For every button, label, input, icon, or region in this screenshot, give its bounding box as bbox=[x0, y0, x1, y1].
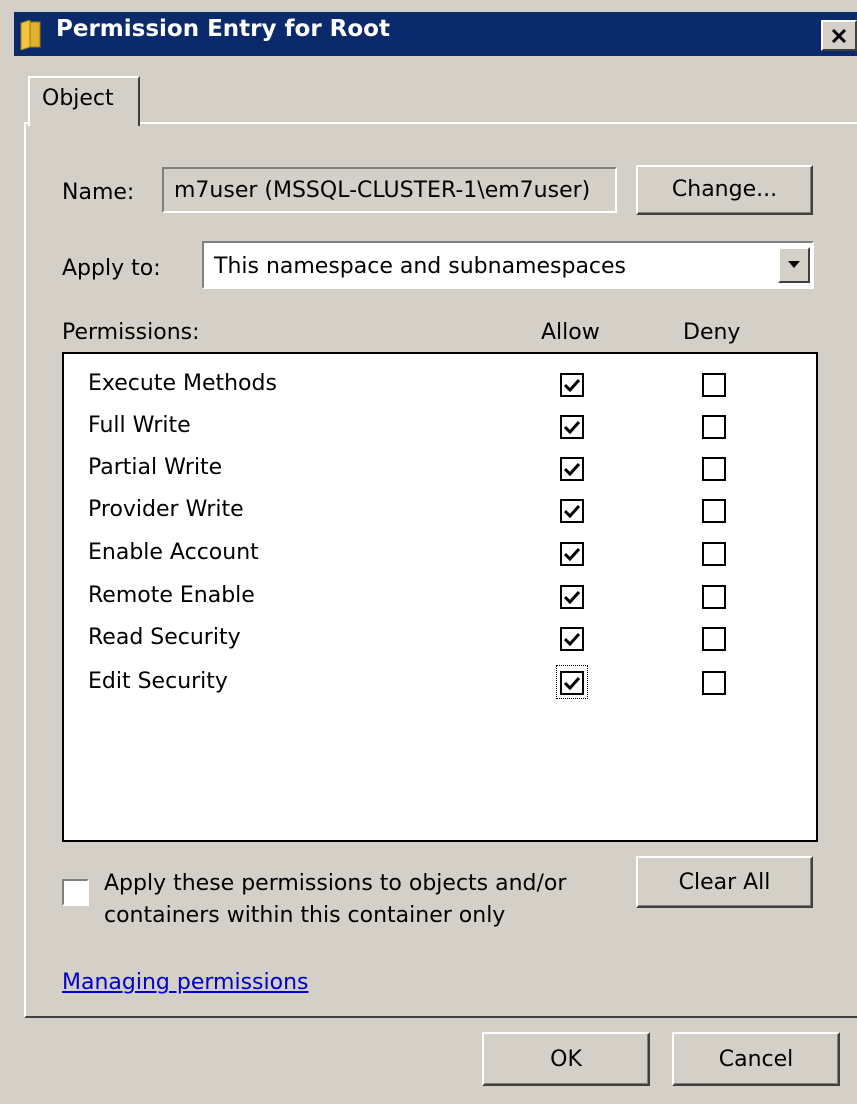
window-title: Permission Entry for Root bbox=[56, 16, 390, 42]
deny-checkbox[interactable] bbox=[702, 542, 726, 566]
permission-row: Edit Security bbox=[64, 665, 816, 711]
apply-to-label: Apply to: bbox=[62, 256, 161, 281]
apply-only-label[interactable]: Apply these permissions to objects and/o… bbox=[104, 868, 624, 932]
checkmark-icon bbox=[564, 590, 580, 604]
checkmark-icon bbox=[564, 420, 580, 434]
managing-permissions-link[interactable]: Managing permissions bbox=[62, 970, 308, 995]
name-label: Name: bbox=[62, 180, 135, 205]
permissions-list: Execute Methods Full Write Partial Write… bbox=[62, 352, 818, 842]
allow-checkbox[interactable] bbox=[560, 585, 584, 609]
apply-only-checkbox[interactable] bbox=[62, 879, 89, 906]
dropdown-button[interactable] bbox=[778, 247, 810, 283]
permission-name: Remote Enable bbox=[88, 583, 255, 608]
permission-name: Read Security bbox=[88, 625, 241, 650]
cancel-button[interactable]: Cancel bbox=[672, 1032, 840, 1086]
apply-to-value: This namespace and subnamespaces bbox=[214, 254, 627, 279]
permission-name: Edit Security bbox=[88, 669, 228, 694]
deny-checkbox[interactable] bbox=[702, 415, 726, 439]
close-button[interactable] bbox=[821, 20, 857, 51]
permission-row: Provider Write bbox=[64, 497, 816, 539]
title-bar: Permission Entry for Root bbox=[0, 0, 857, 68]
checkmark-icon bbox=[564, 378, 580, 392]
tab-object-label: Object bbox=[42, 86, 114, 111]
deny-checkbox[interactable] bbox=[702, 373, 726, 397]
checkmark-icon bbox=[564, 547, 580, 561]
permission-row: Read Security bbox=[64, 625, 816, 667]
folder-icon bbox=[20, 20, 41, 50]
permission-row: Remote Enable bbox=[64, 583, 816, 625]
apply-only-line-2: containers within this container only bbox=[104, 903, 506, 928]
permission-name: Enable Account bbox=[88, 540, 259, 565]
permission-name: Full Write bbox=[88, 413, 191, 438]
apply-only-line-1: Apply these permissions to objects and/o… bbox=[104, 871, 567, 896]
allow-checkbox[interactable] bbox=[560, 457, 584, 481]
permission-row: Partial Write bbox=[64, 455, 816, 497]
permission-name: Provider Write bbox=[88, 497, 244, 522]
chevron-down-icon bbox=[788, 261, 800, 268]
permission-name: Execute Methods bbox=[88, 371, 277, 396]
allow-checkbox[interactable] bbox=[560, 373, 584, 397]
deny-checkbox[interactable] bbox=[702, 499, 726, 523]
checkmark-icon bbox=[564, 676, 580, 690]
allow-checkbox[interactable] bbox=[560, 627, 584, 651]
permission-row: Execute Methods bbox=[64, 371, 816, 413]
permission-name: Partial Write bbox=[88, 455, 223, 480]
checkmark-icon bbox=[564, 462, 580, 476]
change-button[interactable]: Change... bbox=[636, 165, 813, 215]
checkmark-icon bbox=[564, 504, 580, 518]
allow-column-header: Allow bbox=[541, 320, 600, 345]
name-field: m7user (MSSQL-CLUSTER-1\em7user) bbox=[162, 167, 617, 213]
deny-checkbox[interactable] bbox=[702, 627, 726, 651]
clear-all-button[interactable]: Clear All bbox=[636, 856, 813, 908]
allow-checkbox[interactable] bbox=[560, 499, 584, 523]
deny-checkbox[interactable] bbox=[702, 671, 726, 695]
tab-object[interactable]: Object bbox=[28, 76, 140, 126]
checkmark-icon bbox=[564, 632, 580, 646]
permission-row: Enable Account bbox=[64, 540, 816, 582]
permission-row: Full Write bbox=[64, 413, 816, 455]
deny-column-header: Deny bbox=[683, 320, 741, 345]
close-icon bbox=[831, 28, 847, 43]
deny-checkbox[interactable] bbox=[702, 457, 726, 481]
permissions-label: Permissions: bbox=[62, 320, 200, 345]
allow-checkbox[interactable] bbox=[560, 542, 584, 566]
ok-button[interactable]: OK bbox=[482, 1032, 650, 1086]
deny-checkbox[interactable] bbox=[702, 585, 726, 609]
allow-checkbox[interactable] bbox=[560, 415, 584, 439]
allow-checkbox[interactable] bbox=[560, 671, 584, 695]
apply-to-select[interactable]: This namespace and subnamespaces bbox=[202, 241, 814, 289]
